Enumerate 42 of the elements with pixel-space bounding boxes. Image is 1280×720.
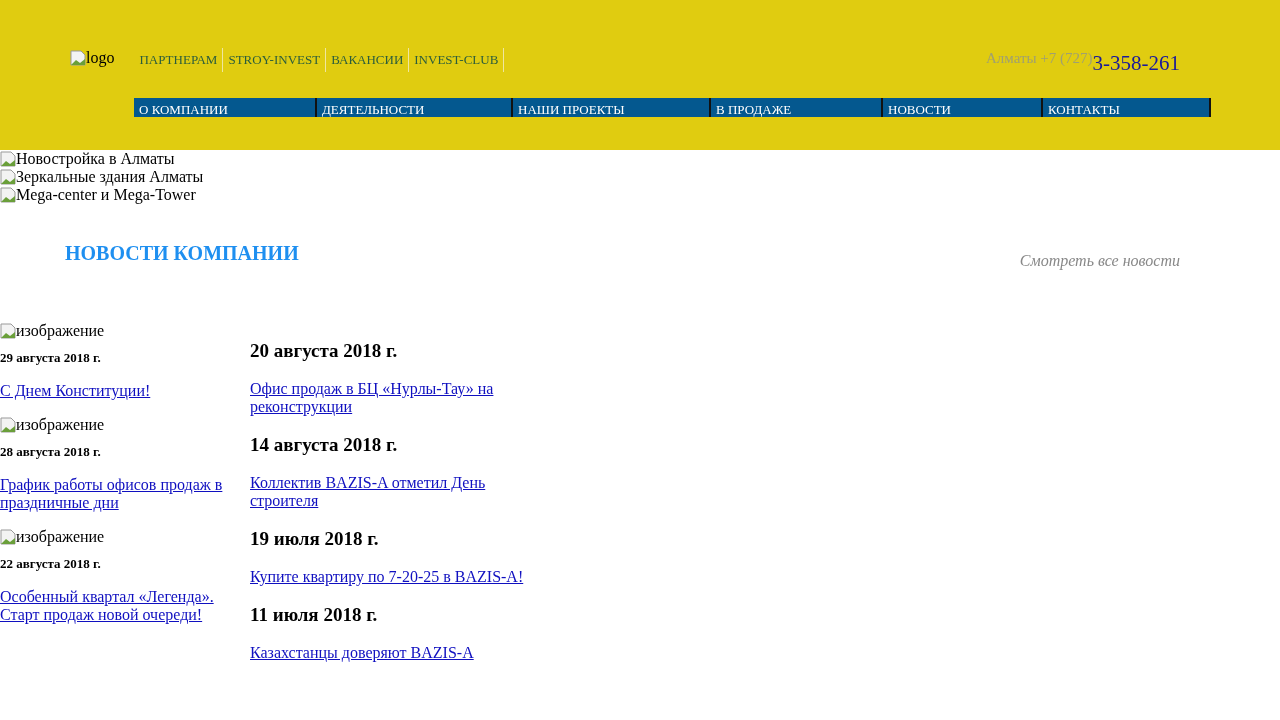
news-link[interactable]: Особенный квартал «Легенда». Старт продаж новой очереди!: [0, 588, 250, 624]
top-link[interactable]: ПАРТНЕРАМ: [134, 48, 224, 72]
top-link[interactable]: INVEST-CLUB: [409, 48, 505, 72]
all-news-link[interactable]: Смотреть все новости: [1019, 252, 1180, 322]
broken-image-icon: [0, 323, 16, 339]
news-image: изображение: [0, 528, 105, 546]
nav-item[interactable]: НОВОСТИ: [883, 98, 1043, 117]
slide-image: Зеркальные здания Алматы: [0, 168, 204, 186]
slide-image: Новостройка в Алматы: [0, 150, 175, 168]
logo-image[interactable]: logo: [70, 48, 115, 68]
news-date: 14 августа 2018 г.: [250, 434, 399, 456]
broken-image-icon: [70, 50, 86, 66]
top-link[interactable]: STROY-INVEST: [223, 48, 327, 72]
news-link[interactable]: Купите квартиру по 7-20-25 в BAZIS-A!: [250, 568, 524, 586]
nav-item[interactable]: КОНТАКТЫ: [1043, 98, 1211, 117]
phone-prefix: Алматы +7 (727): [985, 49, 1093, 68]
nav-item[interactable]: В ПРОДАЖЕ: [711, 98, 883, 117]
news-date: 19 июля 2018 г.: [250, 528, 380, 550]
news-link[interactable]: С Днем Конституции!: [0, 382, 151, 400]
nav-item[interactable]: НАШИ ПРОЕКТЫ: [513, 98, 711, 117]
news-date: 29 августа 2018 г.: [0, 350, 102, 366]
news-date: 11 июля 2018 г.: [250, 604, 379, 626]
phone-number: 3-358-261: [1092, 50, 1180, 77]
slide-image: Mega-center и Mega-Tower: [0, 186, 196, 204]
news-link[interactable]: Офис продаж в БЦ «Нурлы-Тау» на реконструкции: [250, 380, 540, 416]
news-link[interactable]: Казахстанцы доверяют BAZIS-A: [250, 644, 474, 662]
news-date: 28 августа 2018 г.: [0, 444, 102, 460]
nav-item[interactable]: ДЕЯТЕЛЬНОСТИ: [317, 98, 513, 117]
broken-image-icon: [0, 417, 16, 433]
news-image: изображение: [0, 322, 105, 340]
news-date: 22 августа 2018 г.: [0, 556, 102, 572]
broken-image-icon: [0, 187, 16, 203]
broken-image-icon: [0, 151, 16, 167]
broken-image-icon: [0, 529, 16, 545]
news-image: изображение: [0, 416, 105, 434]
news-date: 20 августа 2018 г.: [250, 340, 399, 362]
top-link[interactable]: ВАКАНСИИ: [326, 48, 410, 72]
section-title: НОВОСТИ КОМПАНИИ: [65, 242, 299, 266]
news-link[interactable]: График работы офисов продаж в праздничные дни: [0, 476, 250, 512]
news-link[interactable]: Коллектив BAZIS-A отметил День строителя: [250, 474, 540, 510]
nav-item[interactable]: О КОМПАНИИ: [134, 98, 317, 117]
broken-image-icon: [0, 169, 16, 185]
